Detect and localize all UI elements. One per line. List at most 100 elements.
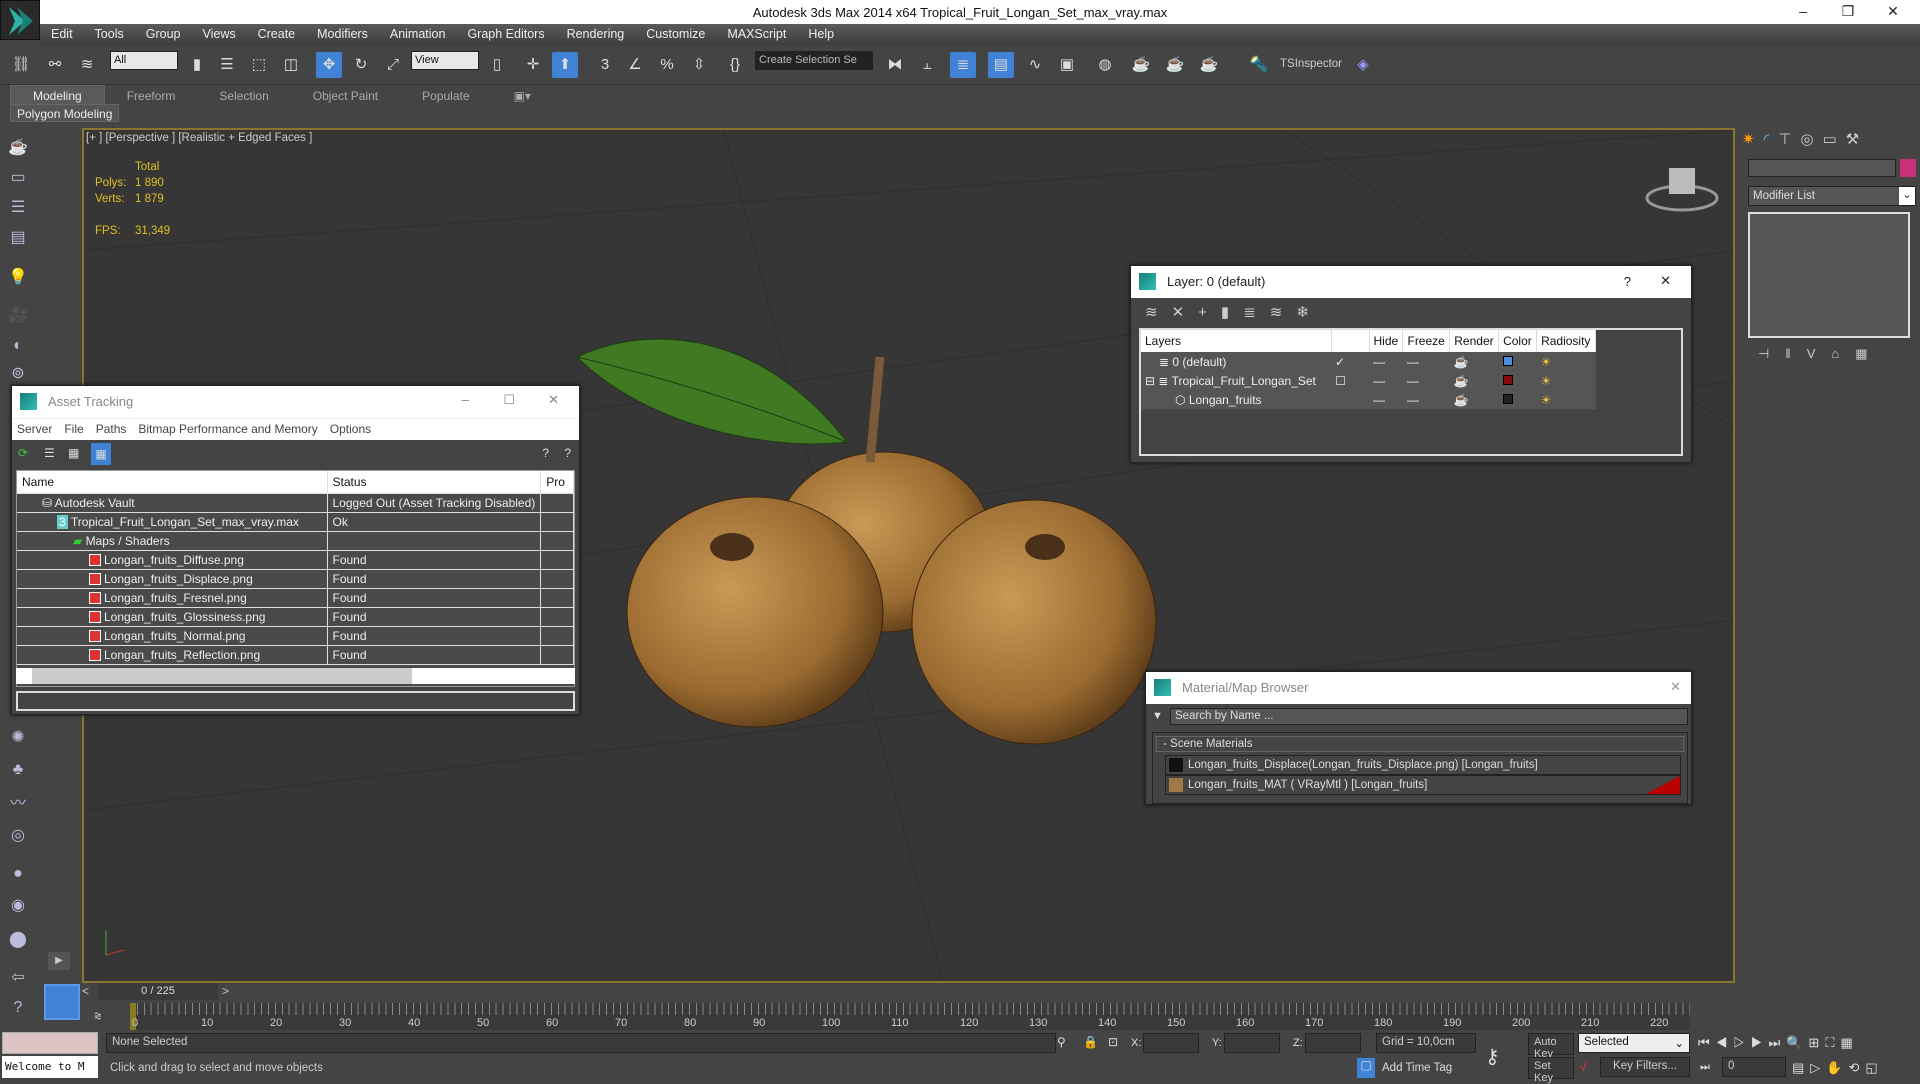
refresh-icon[interactable]: ⟳ bbox=[18, 446, 28, 460]
timeline-track[interactable]: 0 10 20 30 40 50 60 70 80 90 100 110 120 130 140 150 160… bbox=[130, 1003, 1690, 1030]
curve-editor-icon[interactable]: ∿ bbox=[1022, 52, 1048, 78]
app-menu-button[interactable] bbox=[0, 0, 40, 40]
object-name-field[interactable] bbox=[1748, 159, 1896, 177]
key-mode-toggle-icon[interactable]: ⏭ bbox=[1700, 1061, 1710, 1074]
expand-arrow-icon[interactable]: ▶ bbox=[48, 952, 70, 970]
z-coordinate-field[interactable] bbox=[1305, 1033, 1361, 1053]
close-button[interactable]: ✕ bbox=[548, 392, 559, 408]
named-selection-set-dropdown[interactable]: Create Selection Se bbox=[755, 51, 873, 70]
next-frame-arrow[interactable]: > bbox=[222, 984, 229, 998]
isolate-icon[interactable]: ⚲ bbox=[1057, 1035, 1066, 1049]
collapse-icon[interactable]: ⊟ bbox=[1145, 374, 1158, 388]
bind-space-warp-icon[interactable]: ≋ bbox=[74, 52, 100, 78]
column-hide[interactable]: Hide bbox=[1369, 330, 1404, 352]
add-time-tag-button[interactable]: Add Time Tag bbox=[1382, 1062, 1452, 1074]
zoom-extents-all-icon[interactable]: ▦ bbox=[1840, 1035, 1858, 1050]
next-frame-icon[interactable]: ▶ bbox=[1751, 1035, 1769, 1050]
set-key-button[interactable]: Set Key bbox=[1528, 1057, 1574, 1084]
y-coordinate-field[interactable] bbox=[1224, 1033, 1280, 1053]
time-slider-thumb[interactable]: 0 / 225 bbox=[98, 983, 218, 1000]
column-color[interactable]: Color bbox=[1498, 330, 1538, 352]
tab-modeling[interactable]: Modeling bbox=[10, 85, 105, 106]
key-mode-dropdown[interactable]: Selected ⌄ bbox=[1578, 1033, 1690, 1053]
motion-tab-icon[interactable]: ◎ bbox=[1800, 131, 1822, 148]
select-and-rotate-icon[interactable]: ↻ bbox=[348, 52, 374, 78]
freeze-toggle[interactable]: — bbox=[1403, 371, 1450, 390]
flashlight-icon[interactable]: 🔦 bbox=[1246, 52, 1272, 78]
viewport-label[interactable]: [+ ] [Perspective ] [Realistic + Edged F… bbox=[86, 132, 312, 144]
menu-maxscript[interactable]: MAXScript bbox=[716, 24, 797, 44]
maxscript-listener-mini[interactable] bbox=[2, 1032, 98, 1054]
menu-help[interactable]: Help bbox=[797, 24, 845, 44]
table-row[interactable]: Longan_fruits_Diffuse.png Found bbox=[17, 550, 574, 570]
layer-row[interactable]: ⬡ Longan_fruits — — ☕ ☀ bbox=[1141, 390, 1596, 409]
highlight-layer-icon[interactable]: ≣ bbox=[1243, 304, 1270, 321]
menu-graph-editors[interactable]: Graph Editors bbox=[456, 24, 555, 44]
spinner-snap-icon[interactable]: ⇳ bbox=[686, 52, 712, 78]
select-and-scale-icon[interactable]: ⤢ bbox=[380, 52, 406, 78]
remove-modifier-icon[interactable]: ⌂ bbox=[1831, 346, 1855, 361]
pan-hand-icon[interactable]: ✋ bbox=[1826, 1060, 1848, 1075]
polygon-modeling-panel[interactable]: Polygon Modeling bbox=[10, 104, 120, 122]
help-icon[interactable]: ? bbox=[7, 997, 29, 1019]
close-button[interactable]: ✕ bbox=[1660, 273, 1671, 289]
radiosity-icon[interactable]: ☀ bbox=[1537, 390, 1596, 409]
viewcube-icon[interactable] bbox=[1645, 168, 1719, 212]
zoom-extents-icon[interactable]: ⛶ bbox=[1825, 1035, 1840, 1050]
table-row[interactable]: Longan_fruits_Reflection.png Found bbox=[17, 645, 574, 665]
create-tab-icon[interactable]: ✷ bbox=[1742, 131, 1764, 148]
pin-stack-icon[interactable]: ⊣ bbox=[1758, 346, 1785, 361]
object-color-swatch[interactable] bbox=[1900, 159, 1916, 177]
add-to-layer-icon[interactable]: + bbox=[1198, 304, 1221, 321]
column-layers[interactable]: Layers bbox=[1141, 330, 1332, 352]
current-layer-check[interactable]: ☐ bbox=[1331, 371, 1369, 390]
time-config-icon[interactable]: ▤ bbox=[1792, 1060, 1810, 1075]
tab-freeform[interactable]: Freeform bbox=[105, 86, 198, 106]
radiosity-icon[interactable]: ☀ bbox=[1537, 352, 1596, 371]
fur-icon[interactable]: ◎ bbox=[7, 825, 29, 847]
hide-toggle[interactable]: — bbox=[1369, 352, 1403, 371]
render-teapot-icon[interactable]: ☕ bbox=[1450, 390, 1499, 409]
key-tangent-icon[interactable]: √ bbox=[1580, 1060, 1587, 1074]
align-icon[interactable]: ⫠ bbox=[914, 52, 940, 78]
render-teapot-icon[interactable]: ☕ bbox=[1450, 371, 1499, 390]
search-input[interactable]: Search by Name ... bbox=[1170, 708, 1688, 725]
rectangular-selection-icon[interactable]: ⬚ bbox=[246, 52, 272, 78]
import-icon[interactable]: ⇦ bbox=[7, 967, 29, 989]
hide-toggle[interactable]: — bbox=[1369, 390, 1403, 409]
material-browser-titlebar[interactable]: Material/Map Browser ✕ bbox=[1146, 672, 1691, 704]
time-tag-icon[interactable]: ▢ bbox=[1357, 1058, 1375, 1078]
list-view-icon[interactable]: ☰ bbox=[44, 446, 55, 460]
asset-tracking-titlebar[interactable]: Asset Tracking – ☐ ✕ bbox=[12, 386, 579, 418]
schematic-view-icon[interactable]: ▣ bbox=[1054, 52, 1080, 78]
menu-animation[interactable]: Animation bbox=[379, 24, 457, 44]
edit-named-selection-icon[interactable]: {} bbox=[722, 52, 748, 78]
go-to-start-icon[interactable]: ⏮ bbox=[1698, 1035, 1716, 1050]
make-unique-icon[interactable]: V bbox=[1807, 346, 1832, 361]
menu-customize[interactable]: Customize bbox=[635, 24, 716, 44]
reel-icon[interactable]: ⊚ bbox=[7, 363, 29, 385]
window-crossing-icon[interactable]: ◫ bbox=[278, 52, 304, 78]
auto-key-button[interactable]: Auto Key bbox=[1528, 1033, 1574, 1060]
material-editor-icon[interactable]: ◍ bbox=[1092, 52, 1118, 78]
material-item[interactable]: Longan_fruits_Displace(Longan_fruits_Dis… bbox=[1165, 755, 1681, 775]
tab-object-paint[interactable]: Object Paint bbox=[291, 86, 400, 106]
column-status[interactable]: Status bbox=[327, 471, 542, 494]
layer-color-swatch[interactable] bbox=[1502, 355, 1513, 366]
layer-manager-icon[interactable]: ≣ bbox=[950, 52, 976, 78]
render-setup-icon[interactable]: ☕ bbox=[1128, 52, 1154, 78]
show-end-result-icon[interactable]: ‖ bbox=[1785, 346, 1806, 361]
close-button[interactable]: ✕ bbox=[1670, 679, 1681, 695]
panel-icon[interactable]: ▤ bbox=[7, 227, 29, 249]
link-icon[interactable]: ⛓ bbox=[8, 52, 34, 78]
scene-materials-header[interactable]: - Scene Materials bbox=[1156, 736, 1684, 752]
x-coordinate-field[interactable] bbox=[1143, 1033, 1199, 1053]
table-row[interactable]: ▰ Maps / Shaders bbox=[17, 531, 574, 551]
unlink-icon[interactable]: ⚯ bbox=[42, 52, 68, 78]
object-swap-icon[interactable]: ⬤ bbox=[7, 929, 29, 951]
maxscript-input[interactable]: Welcome to M bbox=[2, 1056, 98, 1078]
hair-icon[interactable]: 〰 bbox=[7, 793, 29, 815]
menu-paths[interactable]: Paths bbox=[96, 422, 127, 436]
absolute-mode-icon[interactable]: ⊡ bbox=[1108, 1035, 1118, 1049]
table-row[interactable]: ⛁ Autodesk Vault Logged Out (Asset Tracki… bbox=[17, 493, 574, 513]
